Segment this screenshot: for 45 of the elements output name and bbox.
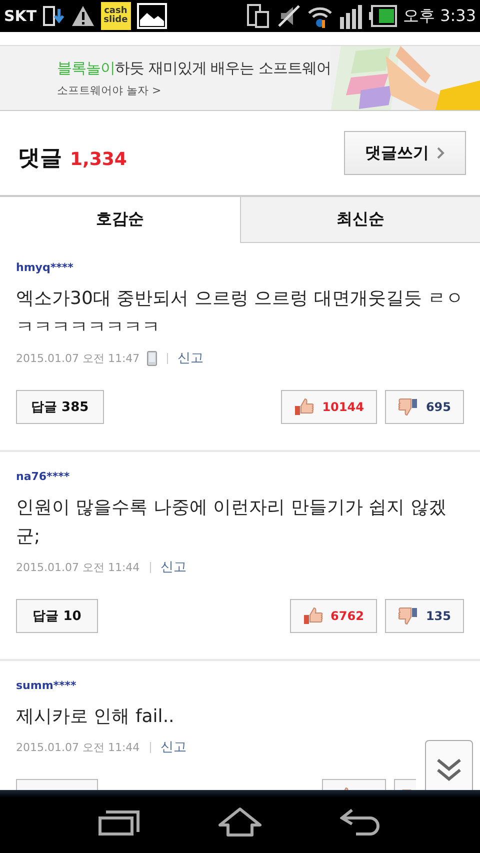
comment-date: 2015.01.07 오전 11:44 [16, 560, 140, 574]
comments-title: 댓글 [18, 145, 62, 173]
like-button[interactable]: 10144 [281, 390, 377, 424]
thumbs-up-icon [294, 398, 314, 416]
comment-text: 엑소가30대 중반되서 으르렁 으르렁 대면개웃길듯 ㄹㅇㅋㅋㅋㅋㅋㅋㅋㅋ [16, 287, 464, 340]
ad-banner[interactable]: 블록놀이하듯 재미있게 배우는 소프트웨어 소프트웨어야 놀자 > [0, 46, 480, 111]
back-icon[interactable] [340, 808, 382, 836]
clock: 오후 3:33 [402, 6, 476, 26]
comment-date: 2015.01.07 오전 11:47 [16, 350, 140, 366]
reply-button[interactable]: 답글 385 [16, 390, 104, 424]
comment-date: 2015.01.07 오전 11:44 [16, 740, 140, 754]
banner-link[interactable]: 소프트웨어야 놀자 > [57, 82, 331, 98]
comment-count: 1,334 [70, 149, 127, 170]
like-button[interactable]: 6762 [290, 599, 377, 633]
report-link[interactable]: 신고 [160, 738, 187, 756]
double-chevron-down-icon [436, 757, 462, 783]
mute-icon [276, 4, 301, 28]
write-comment-button[interactable]: 댓글쓰기 [344, 131, 466, 175]
report-link[interactable]: 신고 [160, 558, 187, 576]
banner-headline: 블록놀이하듯 재미있게 배우는 소프트웨어 [57, 58, 331, 78]
app-badge: cash slide [100, 2, 131, 30]
carrier-name: SKT [4, 7, 37, 25]
battery-icon [368, 5, 397, 27]
recent-apps-icon[interactable] [98, 808, 140, 836]
devices-icon [246, 4, 271, 28]
comment-text: 제시카로 인해 fail.. [16, 705, 176, 729]
warning-icon [70, 5, 95, 27]
thumbs-up-icon [302, 607, 323, 625]
signal-icon [338, 3, 363, 29]
scroll-down-button[interactable] [425, 740, 473, 790]
dislike-button[interactable]: 135 [384, 599, 464, 633]
dislike-button[interactable]: 695 [384, 390, 464, 424]
comment-text: 인원이 많을수록 나중에 이런자리 만들기가 쉽지 않겠군; [16, 496, 448, 549]
sort-tab[interactable]: 최신순 [240, 197, 480, 243]
username[interactable]: na76**** [16, 470, 464, 483]
thumbs-down-icon [398, 607, 418, 625]
thumbs-down-icon [398, 398, 418, 416]
home-icon[interactable] [216, 806, 263, 836]
image-icon [136, 3, 167, 29]
download-icon [42, 5, 65, 27]
report-link[interactable]: 신고 [178, 349, 204, 367]
username[interactable]: summ**** [16, 679, 464, 692]
chevron-icon [437, 147, 445, 159]
reply-button[interactable]: 답글 10 [16, 599, 98, 633]
username[interactable]: hmyq**** [16, 261, 464, 274]
